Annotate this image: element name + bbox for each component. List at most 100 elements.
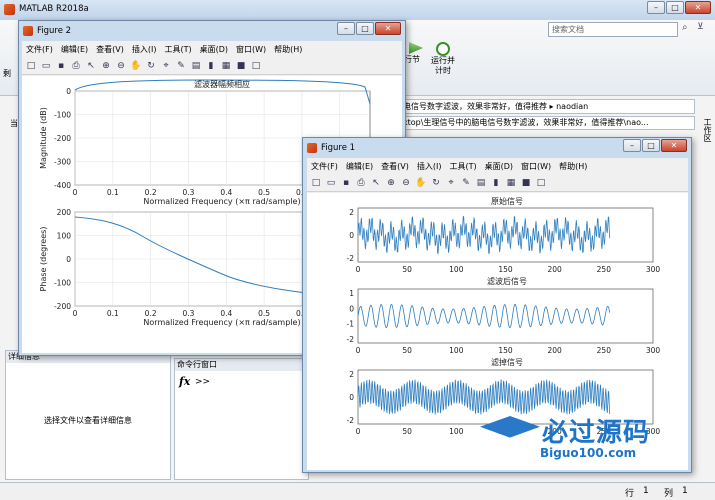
- pan-icon[interactable]: ✋: [414, 177, 428, 190]
- xtick-label: 0.4: [220, 309, 232, 318]
- xtick-label: 0.5: [258, 188, 270, 197]
- figure2-menu-edit[interactable]: 编辑(E): [57, 44, 92, 55]
- figure2-menu-insert[interactable]: 插入(I): [128, 44, 161, 55]
- matlab-title-bar: MATLAB R2018a – □ ✕: [0, 0, 715, 20]
- new-figure-icon[interactable]: □: [309, 177, 323, 190]
- figure2-menu-file[interactable]: 文件(F): [22, 44, 57, 55]
- zoom-out-icon[interactable]: ⊖: [114, 60, 128, 73]
- xtick-label: 0.5: [258, 309, 270, 318]
- xtick-label: 0.1: [107, 188, 119, 197]
- figure1-menu-view[interactable]: 查看(V): [377, 161, 413, 172]
- details-panel: 详细信息 选择文件以查看详细信息: [5, 350, 171, 480]
- ytick-label: -2: [347, 254, 355, 263]
- new-figure-icon[interactable]: □: [24, 60, 38, 73]
- link-icon[interactable]: ▤: [189, 60, 203, 73]
- zoom-out-icon[interactable]: ⊖: [399, 177, 413, 190]
- figure2-menu-help[interactable]: 帮助(H): [270, 44, 306, 55]
- rotate-icon[interactable]: ↻: [429, 177, 443, 190]
- workspace-tab[interactable]: 工作区: [697, 118, 713, 158]
- zoom-in-icon[interactable]: ⊕: [384, 177, 398, 190]
- save-icon[interactable]: ▪: [54, 60, 68, 73]
- search-icon[interactable]: ⌕: [682, 22, 694, 36]
- figure2-menu-window[interactable]: 窗口(W): [232, 44, 270, 55]
- xtick-label: 0: [73, 188, 78, 197]
- figure2-menu-desktop[interactable]: 桌面(D): [196, 44, 232, 55]
- figure1-menu-help[interactable]: 帮助(H): [555, 161, 591, 172]
- figure1-close-button[interactable]: ✕: [661, 139, 687, 152]
- figure1-menu-insert[interactable]: 插入(I): [413, 161, 446, 172]
- data-cursor-icon[interactable]: ⌖: [444, 177, 458, 190]
- ribbon-collapse-icon[interactable]: ⊻: [697, 22, 704, 32]
- print-icon[interactable]: ⎙: [69, 60, 83, 73]
- ytick-label: 200: [57, 208, 72, 217]
- matlab-close-button[interactable]: ✕: [685, 1, 711, 14]
- matlab-minimize-button[interactable]: –: [647, 1, 665, 14]
- left-current-folder-label: 当: [10, 119, 18, 128]
- figure1-menu-window[interactable]: 窗口(W): [517, 161, 555, 172]
- dock-icon[interactable]: □: [249, 60, 263, 73]
- dock-icon[interactable]: □: [534, 177, 548, 190]
- brush-icon[interactable]: ✎: [459, 177, 473, 190]
- run-time-icon: [436, 42, 450, 56]
- status-col-label: 列: [664, 489, 674, 499]
- figure2-menu-tools[interactable]: 工具(T): [160, 44, 195, 55]
- figure2-logo-icon: [23, 26, 33, 36]
- path-text-2: ktop\生理信号中的脑电信号数字滤波，效果非常好，值得推荐\nao...: [403, 118, 649, 127]
- details-text: 选择文件以查看详细信息: [44, 416, 132, 425]
- xtick-label: 0.2: [145, 188, 157, 197]
- ribbon-run-time-button[interactable]: 运行并 计时: [428, 42, 458, 86]
- xtick-label: 300: [646, 346, 661, 355]
- figure1-menu-file[interactable]: 文件(F): [307, 161, 342, 172]
- pointer-icon[interactable]: ↖: [84, 60, 98, 73]
- figure1-maximize-button[interactable]: □: [642, 139, 660, 152]
- run-section-icon: [409, 42, 423, 54]
- workspace-tab-label: 工作区: [703, 118, 712, 142]
- save-icon[interactable]: ▪: [339, 177, 353, 190]
- hide-tools-icon[interactable]: ■: [234, 60, 248, 73]
- open-icon[interactable]: ▭: [324, 177, 338, 190]
- ytick-label: -1: [347, 320, 355, 329]
- status-row-label: 行: [625, 489, 635, 499]
- figure1-menu-desktop[interactable]: 桌面(D): [481, 161, 517, 172]
- ribbon-left-label: 剩: [3, 69, 11, 78]
- figure1-minimize-button[interactable]: –: [623, 139, 641, 152]
- matlab-maximize-button[interactable]: □: [666, 1, 684, 14]
- zoom-in-icon[interactable]: ⊕: [99, 60, 113, 73]
- figure1-menu-tools[interactable]: 工具(T): [445, 161, 480, 172]
- ytick-label: -2: [347, 335, 355, 344]
- data-cursor-icon[interactable]: ⌖: [159, 60, 173, 73]
- fx-icon[interactable]: fx: [179, 375, 190, 388]
- pan-icon[interactable]: ✋: [129, 60, 143, 73]
- run-time-label: 运行并 计时: [431, 56, 455, 75]
- command-window[interactable]: 命令行窗口 fx >>: [174, 358, 309, 480]
- search-box[interactable]: 搜索文档: [548, 22, 678, 37]
- status-bar: 行 1 列 1: [0, 482, 715, 500]
- figure1-menu-edit[interactable]: 编辑(E): [342, 161, 377, 172]
- link-icon[interactable]: ▤: [474, 177, 488, 190]
- legend-icon[interactable]: ▦: [504, 177, 518, 190]
- rotate-icon[interactable]: ↻: [144, 60, 158, 73]
- xtick-label: 0: [356, 427, 361, 436]
- path-bar-1[interactable]: 电信号数字滤波，效果非常好，值得推荐 ▸ naodian: [400, 99, 695, 114]
- brush-icon[interactable]: ✎: [174, 60, 188, 73]
- colorbar-icon[interactable]: ▮: [204, 60, 218, 73]
- pointer-icon[interactable]: ↖: [369, 177, 383, 190]
- graduation-cap-icon: [480, 416, 540, 438]
- path-bar-2[interactable]: ktop\生理信号中的脑电信号数字滤波，效果非常好，值得推荐\nao...: [400, 116, 695, 130]
- ytick-label: -200: [54, 134, 71, 143]
- figure2-close-button[interactable]: ✕: [375, 22, 401, 35]
- ribbon-run-section-button[interactable]: 行节: [404, 42, 428, 76]
- plot1-yticks: 0 -100 -200 -300 -400: [54, 87, 71, 190]
- search-input[interactable]: 搜索文档: [549, 25, 584, 34]
- ytick-label: -200: [54, 302, 71, 311]
- open-icon[interactable]: ▭: [39, 60, 53, 73]
- figure2-minimize-button[interactable]: –: [337, 22, 355, 35]
- figure1-logo-icon: [307, 143, 317, 153]
- figure2-menu-view[interactable]: 查看(V): [92, 44, 128, 55]
- legend-icon[interactable]: ▦: [219, 60, 233, 73]
- xtick-label: 100: [449, 427, 464, 436]
- hide-tools-icon[interactable]: ■: [519, 177, 533, 190]
- print-icon[interactable]: ⎙: [354, 177, 368, 190]
- figure2-maximize-button[interactable]: □: [356, 22, 374, 35]
- colorbar-icon[interactable]: ▮: [489, 177, 503, 190]
